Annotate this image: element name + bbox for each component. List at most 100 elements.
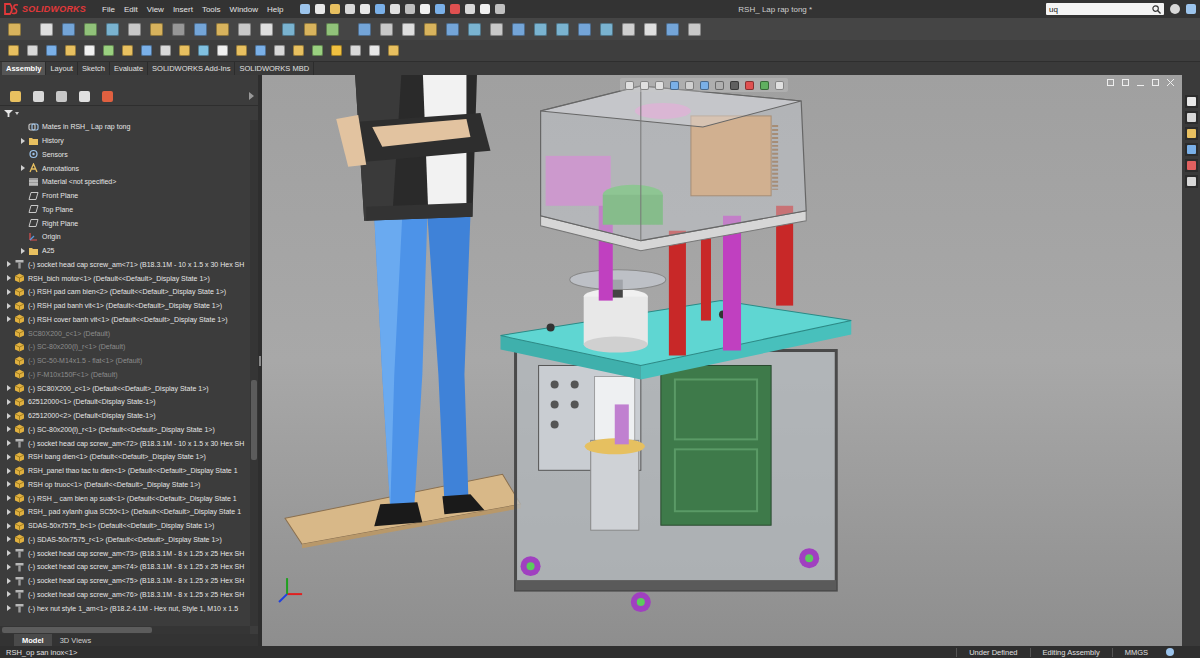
command-icon[interactable] xyxy=(280,21,296,37)
expand-arrow-icon[interactable] xyxy=(7,564,11,570)
command-icon[interactable] xyxy=(38,21,54,37)
tree-item[interactable]: (-) SC80X200_c<1> (Default<<Default>_Dis… xyxy=(0,381,250,395)
expand-arrow-icon[interactable] xyxy=(7,605,11,611)
command-icon[interactable] xyxy=(422,21,438,37)
expand-arrow-icon[interactable] xyxy=(7,509,11,515)
command-tab[interactable]: Layout xyxy=(46,62,78,75)
tree-item[interactable]: 62512000<2> (Default<Display State-1>) xyxy=(0,409,250,423)
tree-item[interactable]: Origin xyxy=(0,230,250,244)
command-icon[interactable] xyxy=(139,44,153,58)
panel-tab-icon[interactable] xyxy=(31,89,45,103)
tree-item[interactable]: (-) SDAS-50x7575_r<1> (Default<<Default>… xyxy=(0,533,250,547)
tree-item[interactable]: (-) RSH _ cam bien ap suat<1> (Default<<… xyxy=(0,491,250,505)
status-item[interactable]: MMGS xyxy=(1112,648,1160,657)
view-tool-icon[interactable] xyxy=(623,79,635,91)
command-icon[interactable] xyxy=(598,21,614,37)
panel-tab-icon[interactable] xyxy=(77,89,91,103)
close-icon[interactable] xyxy=(1167,79,1174,86)
command-icon[interactable] xyxy=(291,44,305,58)
view-tool-icon[interactable] xyxy=(683,79,695,91)
tool-icon[interactable] xyxy=(465,4,475,14)
expand-arrow-icon[interactable] xyxy=(7,591,11,597)
command-icon[interactable] xyxy=(532,21,548,37)
tool-icon[interactable] xyxy=(480,4,490,14)
expand-arrow-icon[interactable] xyxy=(7,481,11,487)
menu-item[interactable]: File xyxy=(102,5,115,14)
tree-item[interactable]: RSH bang dien<1> (Default<<Default>_Disp… xyxy=(0,450,250,464)
panel-tab-icon[interactable] xyxy=(54,89,68,103)
command-tab[interactable]: SOLIDWORKS MBD xyxy=(235,62,314,75)
tree-item[interactable]: (-) RSH pad banh vit<1> (Default<<Defaul… xyxy=(0,299,250,313)
tree-item[interactable]: Material <not specified> xyxy=(0,175,250,189)
menu-item[interactable]: Tools xyxy=(202,5,221,14)
panel-tab[interactable]: 3D Views xyxy=(52,634,100,646)
graphics-area[interactable] xyxy=(262,75,1182,646)
tree-item[interactable]: RSH_bich motor<1> (Default<<Default>_Dis… xyxy=(0,271,250,285)
command-icon[interactable] xyxy=(234,44,248,58)
command-icon[interactable] xyxy=(367,44,381,58)
view-tool-icon[interactable] xyxy=(713,79,725,91)
tree-item[interactable]: (-) socket head cap screw_am<73> (B18.3.… xyxy=(0,546,250,560)
tree-filter[interactable] xyxy=(0,106,258,120)
command-icon[interactable] xyxy=(101,44,115,58)
tree-item[interactable]: (-) F-M10x150F<1> (Default) xyxy=(0,368,250,382)
command-icon[interactable] xyxy=(378,21,394,37)
command-icon[interactable] xyxy=(170,21,186,37)
task-pane-icon[interactable] xyxy=(1185,127,1198,140)
panel-tab[interactable]: Model xyxy=(14,634,52,646)
menu-item[interactable]: Edit xyxy=(124,5,138,14)
tool-icon[interactable] xyxy=(405,4,415,14)
expand-arrow-icon[interactable] xyxy=(7,289,11,295)
tool-icon[interactable] xyxy=(315,4,325,14)
expand-arrow-icon[interactable] xyxy=(7,440,11,446)
tree-item[interactable]: A25 xyxy=(0,244,250,258)
tree-item[interactable]: Front Plane xyxy=(0,189,250,203)
tree-item[interactable]: 62512000<1> (Default<Display State-1>) xyxy=(0,395,250,409)
status-item[interactable]: Under Defined xyxy=(956,648,1029,657)
panel-tab-icon[interactable] xyxy=(8,89,22,103)
command-icon[interactable] xyxy=(214,21,230,37)
tree-item[interactable]: (-) hex nut style 1_am<1> (B18.2.4.1M - … xyxy=(0,601,250,615)
tool-icon[interactable] xyxy=(345,4,355,14)
tree-item[interactable]: SDAS-50x7575_b<1> (Default<<Default>_Dis… xyxy=(0,519,250,533)
expand-arrow-icon[interactable] xyxy=(21,165,25,171)
tree-item[interactable]: History xyxy=(0,134,250,148)
command-icon[interactable] xyxy=(120,44,134,58)
view-tool-icon[interactable] xyxy=(728,79,740,91)
command-icon[interactable] xyxy=(148,21,164,37)
user-icon[interactable] xyxy=(1186,4,1196,14)
command-icon[interactable] xyxy=(488,21,504,37)
app-logo[interactable]: SOLIDWORKS xyxy=(4,3,92,15)
tool-icon[interactable] xyxy=(375,4,385,14)
command-icon[interactable] xyxy=(158,44,172,58)
view-tool-icon[interactable] xyxy=(653,79,665,91)
tile-icon[interactable] xyxy=(1122,79,1129,86)
task-pane-icon[interactable] xyxy=(1185,159,1198,172)
command-icon[interactable] xyxy=(63,44,77,58)
expand-arrow-icon[interactable] xyxy=(21,138,25,144)
tree-item[interactable]: (-) RSH pad cam bien<2> (Default<<Defaul… xyxy=(0,285,250,299)
expand-arrow-icon[interactable] xyxy=(7,523,11,529)
tree-scrollbar[interactable] xyxy=(250,120,258,626)
command-icon[interactable] xyxy=(386,44,400,58)
task-pane-icon[interactable] xyxy=(1185,143,1198,156)
view-tool-icon[interactable] xyxy=(758,79,770,91)
view-tool-icon[interactable] xyxy=(638,79,650,91)
command-tab[interactable]: Sketch xyxy=(78,62,110,75)
horizontal-scrollbar[interactable] xyxy=(0,626,250,634)
tree-item[interactable]: (-) socket head cap screw_am<71> (B18.3.… xyxy=(0,258,250,272)
tree-item[interactable]: (-) RSH cover banh vit<1> (Default<<Defa… xyxy=(0,313,250,327)
command-icon[interactable] xyxy=(177,44,191,58)
tree-item[interactable]: (-) socket head cap screw_am<76> (B18.3.… xyxy=(0,588,250,602)
split-icon[interactable] xyxy=(1107,79,1114,86)
expand-arrow-icon[interactable] xyxy=(7,454,11,460)
tree-item[interactable]: Sensors xyxy=(0,148,250,162)
command-icon[interactable] xyxy=(466,21,482,37)
task-pane-icon[interactable] xyxy=(1185,95,1198,108)
command-icon[interactable] xyxy=(196,44,210,58)
command-icon[interactable] xyxy=(356,21,372,37)
menu-item[interactable]: View xyxy=(147,5,164,14)
status-item[interactable]: Editing Assembly xyxy=(1030,648,1112,657)
tool-icon[interactable] xyxy=(495,4,505,14)
expand-arrow-icon[interactable] xyxy=(7,468,11,474)
